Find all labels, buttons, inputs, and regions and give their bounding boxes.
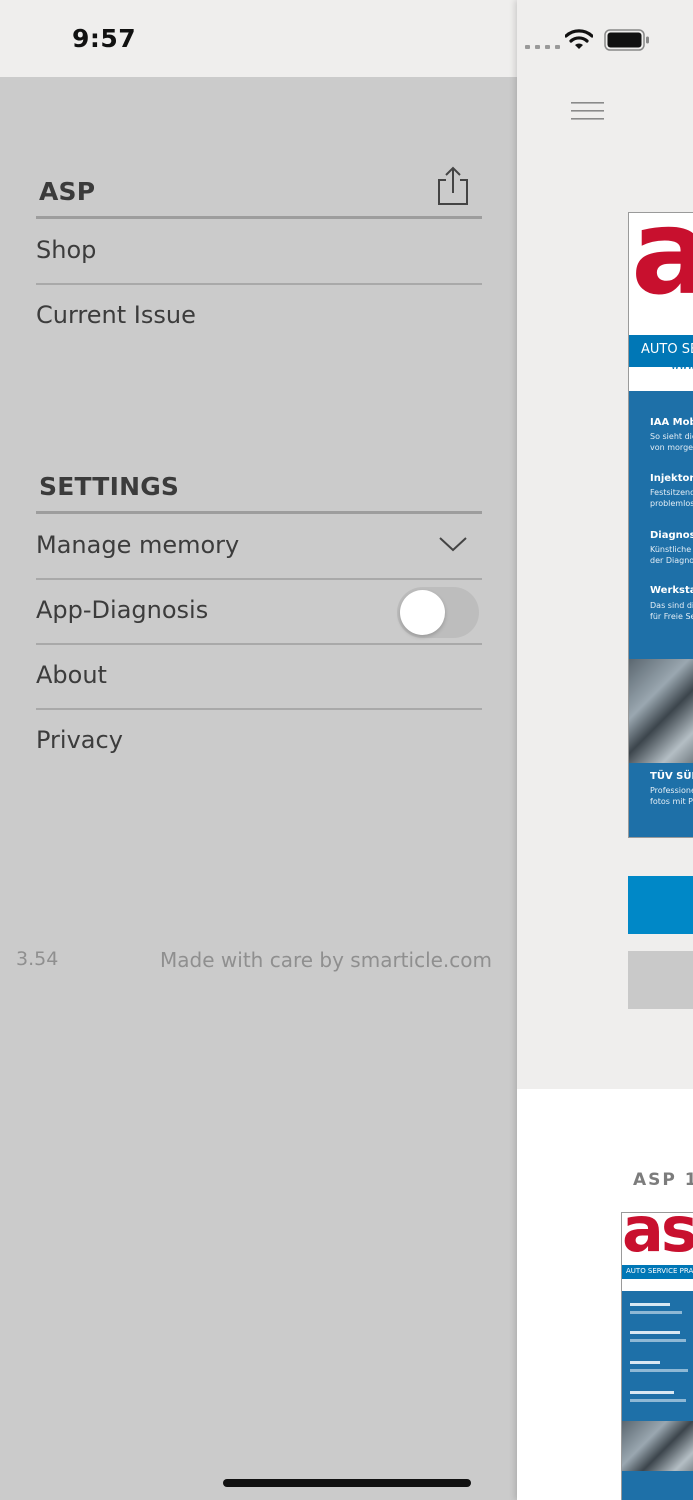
cellular-signal-icon — [525, 45, 560, 49]
section-header-settings: SETTINGS — [36, 446, 482, 514]
cover-photo — [629, 659, 693, 763]
thumb-bar-text: AUTO SERVICE PRAXIS — [626, 1267, 693, 1275]
menu-item-app-diagnosis: App-Diagnosis — [36, 580, 482, 645]
menu-item-about[interactable]: About — [36, 645, 482, 710]
cover-logo: as — [629, 213, 693, 335]
thumb-text-line — [630, 1311, 682, 1314]
menu-item-label: Shop — [36, 236, 97, 264]
toggle-knob — [400, 590, 445, 635]
status-time: 9:57 — [72, 24, 137, 53]
thumb-text-line — [630, 1303, 670, 1306]
hamburger-menu-icon[interactable] — [571, 102, 604, 120]
cover-subline: Künstliche I — [650, 545, 693, 554]
menu-item-label: Current Issue — [36, 301, 196, 329]
menu-item-label: About — [36, 661, 107, 689]
side-menu: ASP Shop Current Issue SETTINGS Manage m… — [0, 77, 517, 1500]
share-icon[interactable] — [436, 166, 470, 206]
home-indicator[interactable] — [223, 1479, 471, 1487]
thumb-headlines — [622, 1291, 693, 1421]
cover-subline: von morgen — [650, 443, 693, 452]
cover-subline: So sieht die — [650, 432, 693, 441]
cover-subline: Das sind die — [650, 601, 693, 610]
thumb-text-line — [630, 1331, 680, 1334]
thumb-photo — [622, 1421, 693, 1471]
menu-item-label: App-Diagnosis — [36, 596, 209, 624]
app-diagnosis-toggle[interactable] — [397, 587, 479, 638]
cover-headline: Werksta — [650, 585, 693, 596]
battery-icon — [604, 29, 649, 51]
menu-item-label: Manage memory — [36, 531, 240, 559]
cover-headlines: IAA Mob So sieht die von morgen Injektor… — [629, 391, 693, 659]
cover-subline: der Diagnos — [650, 556, 693, 565]
menu-item-current-issue[interactable]: Current Issue — [36, 285, 482, 350]
thumb-title-bar: AUTO SERVICE PRAXIS — [622, 1265, 693, 1279]
thumb-text-line — [630, 1369, 688, 1372]
cover-headline: Injektor — [650, 473, 693, 484]
section-header-asp: ASP — [36, 151, 482, 219]
menu-item-privacy[interactable]: Privacy — [36, 710, 482, 775]
cover-bar-text: AUTO SE — [641, 342, 693, 357]
cover-subline: für Freie Se — [650, 612, 693, 621]
cover-subline: fotos mit Ph — [650, 797, 693, 806]
content-panel[interactable]: as AUTO SE www IAA Mob So sieht die von … — [517, 0, 693, 1500]
magazine-cover[interactable]: as AUTO SE www IAA Mob So sieht die von … — [628, 212, 693, 838]
status-bar: 9:57 — [0, 0, 517, 77]
wifi-icon — [565, 29, 593, 49]
cover-url: www — [671, 361, 693, 372]
thumb-text-line — [630, 1361, 660, 1364]
app-version: 3.54 — [16, 948, 59, 970]
issue-label: ASP 1 — [633, 1170, 693, 1190]
thumb-logo-text: as — [622, 1212, 693, 1266]
thumb-text-line — [630, 1339, 686, 1342]
credit-link[interactable]: Made with care by smarticle.com — [160, 948, 492, 972]
section-title-settings: SETTINGS — [39, 472, 180, 501]
issue-thumbnail[interactable]: as AUTO SERVICE PRAXIS — [621, 1212, 693, 1500]
secondary-action-button[interactable] — [628, 951, 693, 1009]
primary-action-button[interactable] — [628, 876, 693, 934]
menu-item-label: Privacy — [36, 726, 123, 754]
menu-item-shop[interactable]: Shop — [36, 220, 482, 285]
chevron-down-icon[interactable] — [438, 535, 468, 553]
cover-logo-text: as — [631, 213, 693, 311]
thumb-text-line — [630, 1399, 686, 1402]
menu-item-manage-memory[interactable]: Manage memory — [36, 515, 482, 580]
cover-bottom-box: TÜV SÜD Professione fotos mit Ph — [629, 763, 693, 837]
thumb-bottom-box — [622, 1471, 693, 1500]
cover-headline: IAA Mob — [650, 417, 693, 428]
cover-subline: problemlos — [650, 499, 693, 508]
cover-subline: Festsitzende — [650, 488, 693, 497]
section-title-asp: ASP — [39, 177, 96, 206]
cover-headline: Diagnos — [650, 530, 693, 541]
thumb-text-line — [630, 1391, 674, 1394]
cover-subline: Professione — [650, 786, 693, 795]
cover-headline: TÜV SÜD — [650, 771, 693, 782]
